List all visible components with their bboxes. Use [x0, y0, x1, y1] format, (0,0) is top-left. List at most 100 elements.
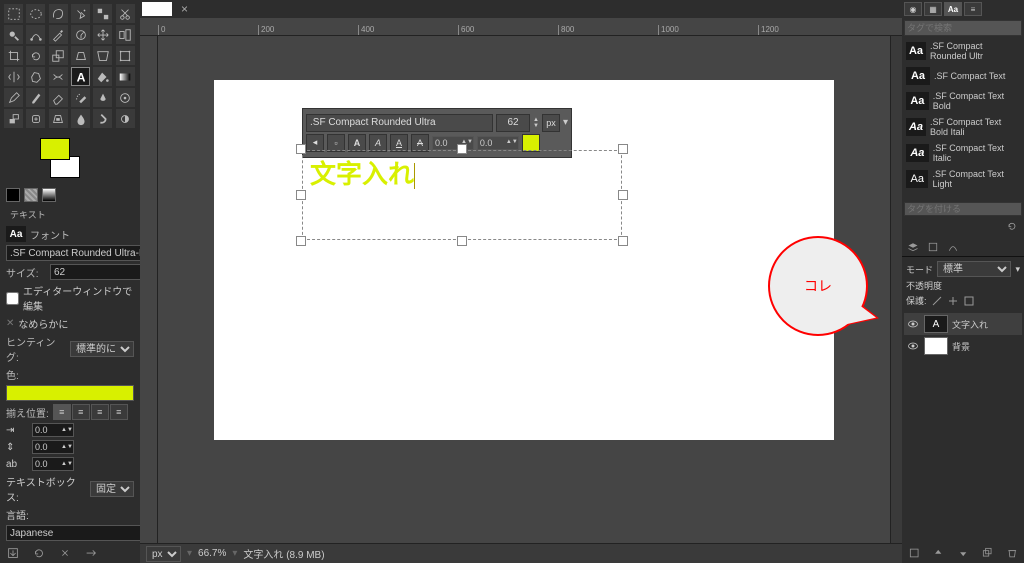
tool-dodge[interactable] — [116, 109, 135, 128]
font-search-input[interactable] — [904, 20, 1022, 36]
tool-align[interactable] — [116, 25, 135, 44]
size-input[interactable] — [50, 264, 140, 280]
handle-tr[interactable] — [618, 144, 628, 154]
handle-tl[interactable] — [296, 144, 306, 154]
layers-tab-icon[interactable] — [904, 240, 922, 254]
tool-cage[interactable] — [26, 67, 45, 86]
line-spacing-input[interactable] — [33, 442, 61, 452]
tool-flip[interactable] — [4, 67, 23, 86]
fg-color-swatch[interactable] — [40, 138, 70, 160]
justify-left-button[interactable]: ≡ — [53, 404, 71, 420]
font-tag-input[interactable] — [904, 202, 1022, 216]
letter-spacing-input[interactable] — [33, 459, 61, 469]
overlay-size-input[interactable] — [496, 114, 530, 132]
swatch-black[interactable] — [6, 188, 20, 202]
tool-mypaint[interactable] — [116, 88, 135, 107]
tool-paths[interactable] — [26, 25, 45, 44]
lock-alpha-icon[interactable] — [963, 295, 975, 307]
handle-bm[interactable] — [457, 236, 467, 246]
tool-color-picker[interactable] — [49, 25, 68, 44]
channels-tab-icon[interactable] — [924, 240, 942, 254]
indent-input[interactable] — [33, 425, 61, 435]
reset-options-icon[interactable] — [84, 546, 98, 560]
save-options-icon[interactable] — [6, 546, 20, 560]
tool-eraser[interactable] — [49, 88, 68, 107]
language-input[interactable] — [6, 525, 140, 541]
font-list-item[interactable]: Aa.SF Compact Text — [904, 64, 1022, 88]
layer-item[interactable]: A 文字入れ — [904, 313, 1022, 335]
tool-free-select[interactable] — [49, 4, 68, 23]
tool-smudge[interactable] — [93, 109, 112, 128]
tool-unified-transform[interactable] — [116, 46, 135, 65]
duplicate-layer-icon[interactable] — [981, 546, 993, 560]
tool-ink[interactable] — [93, 88, 112, 107]
tool-fuzzy-select[interactable] — [71, 4, 90, 23]
font-list-item[interactable]: Aa.SF Compact Text Light — [904, 166, 1022, 192]
dock-fonts-icon[interactable]: Aa — [944, 2, 962, 16]
layer-visibility-icon[interactable] — [906, 317, 920, 331]
overlay-font-input[interactable] — [306, 114, 493, 132]
textbox-mode-select[interactable]: 固定 — [90, 481, 134, 497]
tool-by-color[interactable] — [93, 4, 112, 23]
swatch-gradient[interactable] — [42, 188, 56, 202]
layer-visibility-icon[interactable] — [906, 339, 920, 353]
text-bounding-box[interactable]: 文字入れ — [302, 150, 622, 240]
restore-options-icon[interactable] — [32, 546, 46, 560]
tool-blur[interactable] — [71, 109, 90, 128]
handle-bl[interactable] — [296, 236, 306, 246]
hinting-select[interactable]: 標準的に — [70, 341, 134, 357]
tool-measure[interactable] — [71, 25, 90, 44]
font-list-item[interactable]: Aa.SF Compact Text Bold — [904, 88, 1022, 114]
document-tab[interactable]: × — [142, 2, 172, 16]
raise-layer-icon[interactable] — [932, 546, 944, 560]
dock-brushes-icon[interactable]: ◉ — [904, 2, 922, 16]
layer-item[interactable]: 背景 — [904, 335, 1022, 357]
justify-right-button[interactable]: ≡ — [72, 404, 90, 420]
text-color-swatch[interactable] — [6, 385, 134, 401]
status-unit-select[interactable]: px — [146, 546, 181, 562]
lock-pixels-icon[interactable] — [931, 295, 943, 307]
canvas-text-content[interactable]: 文字入れ — [310, 154, 415, 191]
tool-bucket[interactable] — [93, 67, 112, 86]
tool-pencil[interactable] — [4, 88, 23, 107]
font-name-input[interactable] — [6, 245, 140, 261]
tool-rotate[interactable] — [26, 46, 45, 65]
refresh-fonts-icon[interactable] — [1006, 220, 1018, 232]
tool-airbrush[interactable] — [71, 88, 90, 107]
font-list-item[interactable]: Aa.SF Compact Text Italic — [904, 140, 1022, 166]
delete-layer-icon[interactable] — [1006, 546, 1018, 560]
editor-window-checkbox[interactable] — [6, 292, 19, 305]
tool-ellipse-select[interactable] — [26, 4, 45, 23]
tool-heal[interactable] — [26, 109, 45, 128]
tool-move[interactable] — [93, 25, 112, 44]
tool-scissors[interactable] — [116, 4, 135, 23]
tool-paintbrush[interactable] — [26, 88, 45, 107]
handle-br[interactable] — [618, 236, 628, 246]
tool-rect-select[interactable] — [4, 4, 23, 23]
tool-foreground[interactable] — [4, 25, 23, 44]
font-list-item[interactable]: Aa.SF Compact Rounded Ultr — [904, 38, 1022, 64]
close-tab-icon[interactable]: × — [181, 2, 188, 16]
tool-text[interactable]: A — [71, 67, 90, 86]
tool-perspective[interactable] — [93, 46, 112, 65]
tool-scale[interactable] — [49, 46, 68, 65]
lock-position-icon[interactable] — [947, 295, 959, 307]
tool-crop[interactable] — [4, 46, 23, 65]
tool-shear[interactable] — [71, 46, 90, 65]
handle-ml[interactable] — [296, 190, 306, 200]
blend-mode-select[interactable]: 標準 — [937, 261, 1011, 277]
justify-center-button[interactable]: ≡ — [91, 404, 109, 420]
scrollbar-vertical[interactable] — [890, 36, 902, 543]
delete-options-icon[interactable] — [58, 546, 72, 560]
status-zoom[interactable]: 66.7% — [198, 548, 226, 559]
lower-layer-icon[interactable] — [957, 546, 969, 560]
tool-warp[interactable] — [49, 67, 68, 86]
paths-tab-icon[interactable] — [944, 240, 962, 254]
font-list-item[interactable]: Aa.SF Compact Text Bold Itali — [904, 114, 1022, 140]
justify-fill-button[interactable]: ≡ — [110, 404, 128, 420]
tool-clone[interactable] — [4, 109, 23, 128]
dock-patterns-icon[interactable]: ▦ — [924, 2, 942, 16]
dock-history-icon[interactable]: ≡ — [964, 2, 982, 16]
handle-mr[interactable] — [618, 190, 628, 200]
canvas[interactable]: ▲▼ px ▾ ◂ ▫ A A A A ▲▼ ▲▼ — [214, 80, 834, 440]
